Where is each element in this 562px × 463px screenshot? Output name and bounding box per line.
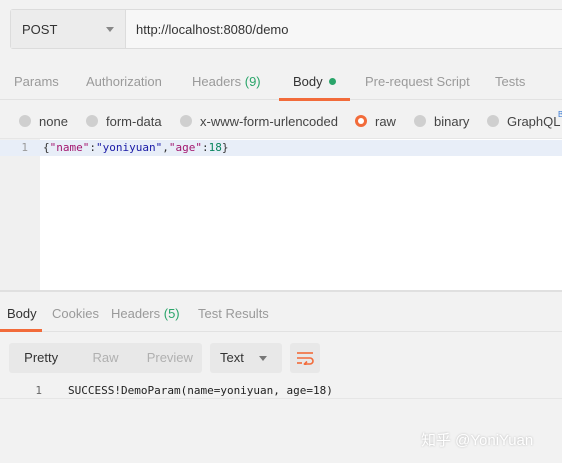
response-tabs: Body Cookies Headers (5) Test Results (0, 296, 562, 332)
tab-label: Pre-request Script (365, 74, 470, 89)
radio-label: none (39, 113, 68, 129)
chevron-down-icon (259, 356, 267, 361)
code-line: {"name":"yoniyuan","age":18} (43, 141, 228, 154)
colon: : (201, 141, 209, 154)
tab-label: Headers (111, 306, 164, 321)
radio-binary[interactable]: binary (414, 113, 469, 129)
radio-selected-icon (355, 115, 367, 127)
pretty-button[interactable]: Pretty (9, 343, 73, 373)
watermark: 知乎 @YoniYuan (421, 432, 534, 449)
active-tab-indicator (0, 329, 42, 332)
json-key: "name" (49, 141, 90, 154)
tab-label: Cookies (52, 306, 99, 321)
radio-icon (180, 115, 192, 127)
radio-icon (86, 115, 98, 127)
method-select[interactable]: POST (11, 10, 126, 48)
tab-tests[interactable]: Tests (495, 62, 525, 100)
tab-authorization[interactable]: Authorization (86, 62, 162, 100)
method-label: POST (22, 21, 58, 37)
comma: , (162, 141, 169, 154)
radio-label: binary (434, 113, 470, 129)
tab-headers[interactable]: Headers (9) (192, 62, 261, 100)
headers-count: (9) (244, 74, 261, 89)
tab-pre-request-script[interactable]: Pre-request Script (365, 62, 470, 100)
json-number: 18 (208, 141, 222, 154)
line-number: 1 (21, 141, 28, 154)
radio-icon (414, 115, 426, 127)
wrap-lines-button[interactable] (290, 343, 320, 373)
response-tab-cookies[interactable]: Cookies (52, 296, 99, 332)
radio-label: GraphQL (507, 113, 561, 129)
brace: } (221, 141, 229, 154)
view-mode-group: Pretty Raw Preview (9, 343, 202, 373)
format-select[interactable]: Text (210, 343, 282, 373)
radio-raw[interactable]: raw (355, 113, 396, 129)
radio-x-www-form-urlencoded[interactable]: x-www-form-urlencoded (180, 113, 338, 129)
tab-body[interactable]: Body (293, 62, 336, 100)
wrap-lines-icon (297, 352, 314, 365)
json-string: "yoniyuan" (96, 141, 163, 154)
tab-label: Body (293, 74, 323, 89)
response-tab-body[interactable]: Body (7, 296, 37, 332)
chevron-down-icon (106, 27, 114, 32)
line-number: 1 (35, 384, 42, 397)
url-text: http://localhost:8080/demo (136, 21, 289, 37)
headers-count: (5) (163, 306, 180, 321)
radio-label: raw (375, 113, 396, 129)
raw-button[interactable]: Raw (73, 343, 137, 373)
radio-none[interactable]: none (19, 113, 68, 129)
tab-label: Test Results (198, 306, 269, 321)
tab-label: Headers (192, 74, 245, 89)
radio-icon (19, 115, 31, 127)
request-tabs: Params Authorization Headers (9) Body Pr… (0, 62, 562, 100)
brace: { (43, 141, 50, 154)
radio-label: x-www-form-urlencoded (200, 113, 338, 129)
url-input[interactable]: http://localhost:8080/demo (126, 10, 562, 48)
graphql-badge: B (558, 110, 562, 119)
colon: : (89, 141, 96, 154)
response-tab-headers[interactable]: Headers (5) (111, 296, 180, 332)
format-label: Text (220, 350, 244, 365)
pane-resizer[interactable] (0, 290, 562, 292)
body-type-options: none form-data x-www-form-urlencoded raw… (0, 101, 562, 139)
tab-label: Body (7, 306, 37, 321)
line-gutter (0, 139, 40, 290)
tab-label: Params (14, 74, 59, 89)
tab-label: Tests (495, 74, 526, 89)
tab-params[interactable]: Params (14, 62, 59, 100)
request-bar: POST http://localhost:8080/demo (10, 9, 562, 49)
response-text: SUCCESS!DemoParam(name=yoniyuan, age=18) (68, 384, 333, 397)
preview-button[interactable]: Preview (138, 343, 202, 373)
radio-label: form-data (106, 113, 162, 129)
modified-dot-icon (328, 78, 336, 85)
tab-label: Authorization (86, 74, 162, 89)
json-key: "age" (168, 141, 202, 154)
radio-icon (487, 115, 499, 127)
request-body-editor[interactable]: 1 {"name":"yoniyuan","age":18} (0, 138, 562, 290)
response-body: 1 SUCCESS!DemoParam(name=yoniyuan, age=1… (0, 381, 562, 399)
response-tab-test-results[interactable]: Test Results (198, 296, 269, 332)
radio-form-data[interactable]: form-data (86, 113, 162, 129)
radio-graphql[interactable]: GraphQL (487, 113, 560, 129)
